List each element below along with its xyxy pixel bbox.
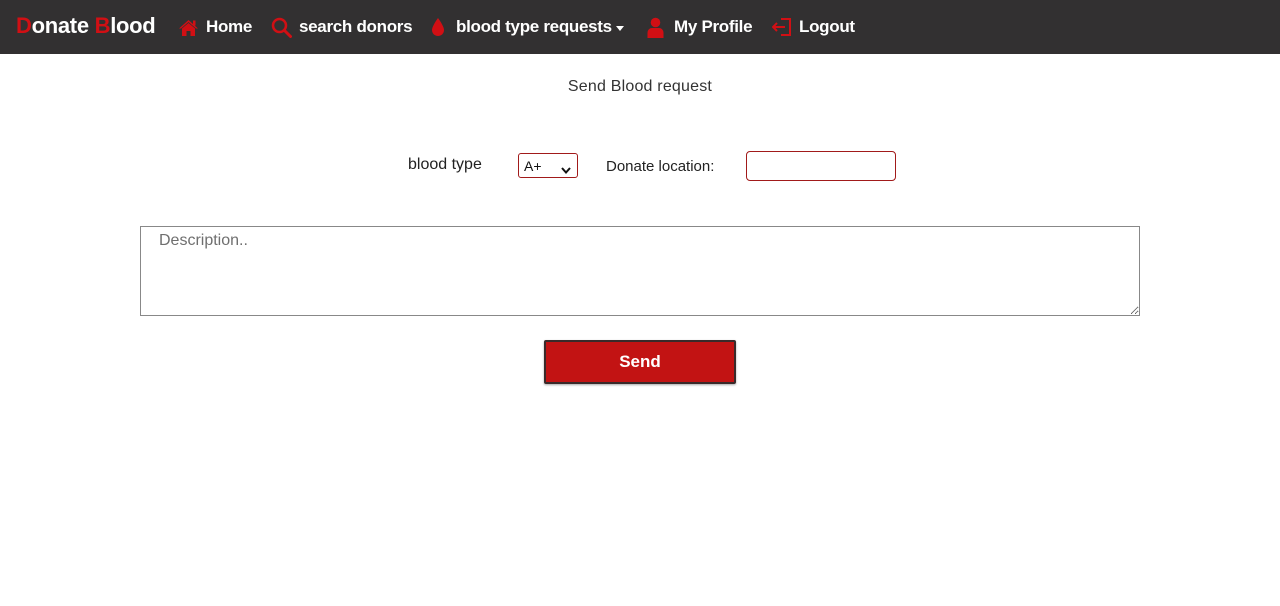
brand-letter-d: D <box>16 13 32 38</box>
nav-requests-label: blood type requests <box>456 17 612 36</box>
donate-location-input[interactable] <box>746 151 896 181</box>
blood-type-label: blood type <box>408 156 482 173</box>
nav-profile-label: My Profile <box>674 17 753 36</box>
nav-home-label: Home <box>206 17 253 36</box>
brand-logo[interactable]: Donate Blood <box>16 13 156 39</box>
search-icon <box>271 17 292 38</box>
send-button[interactable]: Send <box>544 340 736 384</box>
nav-blood-type-requests[interactable]: blood type requests <box>431 14 624 40</box>
home-icon <box>178 19 199 36</box>
donate-location-label: Donate location: <box>606 158 715 175</box>
nav-my-profile[interactable]: My Profile <box>647 14 753 40</box>
blood-type-selected-value: A+ <box>524 157 542 174</box>
nav-search-label: search donors <box>299 17 413 36</box>
brand-text-onate: onate <box>31 13 95 38</box>
nav-logout-label: Logout <box>799 17 855 36</box>
description-textarea[interactable] <box>140 226 1140 316</box>
blood-type-select[interactable]: A+ <box>518 153 578 178</box>
nav-logout[interactable]: Logout <box>772 14 855 40</box>
top-navbar: Donate Blood Home search donors blood ty… <box>0 0 1280 54</box>
blood-drop-icon <box>431 17 445 37</box>
nav-home[interactable]: Home <box>178 14 252 40</box>
brand-letter-b: B <box>94 13 111 38</box>
chevron-down-icon <box>615 25 624 31</box>
user-icon <box>647 17 664 38</box>
nav-search-donors[interactable]: search donors <box>271 14 413 40</box>
page-title: Send Blood request <box>567 78 713 95</box>
chevron-down-icon <box>561 161 571 177</box>
logout-icon <box>772 17 792 37</box>
brand-text-lood: lood <box>110 13 156 38</box>
